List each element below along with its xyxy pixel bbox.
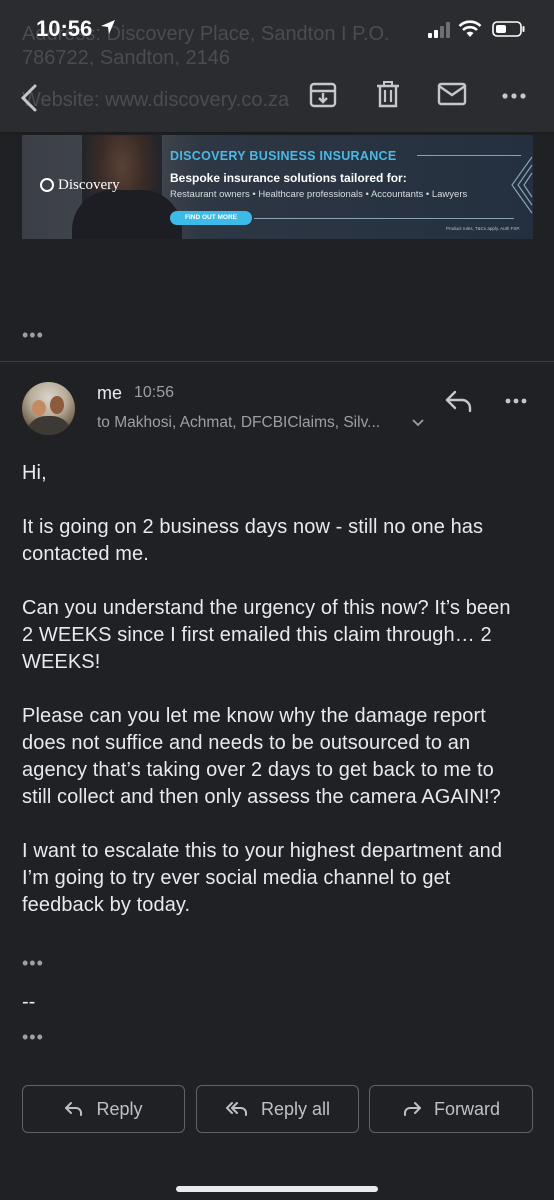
message-body: Hi, It is going on 2 business days now -… bbox=[22, 460, 522, 946]
signature-separator: -- bbox=[22, 991, 36, 1013]
email-toolbar: Website: www.discovery.co.za bbox=[0, 66, 554, 132]
reply-icon bbox=[65, 1102, 83, 1116]
wifi-icon bbox=[458, 20, 482, 37]
banner-title: DISCOVERY BUSINESS INSURANCE bbox=[170, 149, 397, 163]
banner-photo-figure bbox=[72, 190, 182, 239]
message-divider bbox=[0, 361, 554, 362]
mark-unread-mail-icon[interactable] bbox=[436, 80, 468, 108]
discovery-logo-icon bbox=[40, 178, 54, 192]
avatar[interactable] bbox=[22, 382, 75, 435]
trash-icon[interactable] bbox=[374, 80, 402, 110]
show-signature-icon[interactable]: ••• bbox=[22, 1028, 44, 1046]
more-options-icon[interactable] bbox=[500, 80, 528, 110]
forward-button[interactable]: Forward bbox=[369, 1085, 533, 1133]
avatar-shape bbox=[26, 416, 72, 435]
home-indicator[interactable] bbox=[176, 1186, 378, 1192]
chevron-down-icon[interactable] bbox=[411, 418, 425, 428]
reply-button[interactable]: Reply bbox=[22, 1085, 185, 1133]
reply-all-button[interactable]: Reply all bbox=[196, 1085, 359, 1133]
avatar-shape bbox=[32, 400, 46, 416]
sender-name: me bbox=[97, 383, 123, 403]
reply-all-icon bbox=[225, 1102, 247, 1116]
body-paragraph: I want to escalate this to your highest … bbox=[22, 840, 503, 916]
reply-icon[interactable] bbox=[444, 388, 474, 414]
avatar-shape bbox=[50, 396, 64, 414]
battery-icon bbox=[492, 21, 525, 37]
banner-fine-print: Product rules, T&Cs apply. Auth FSP. bbox=[446, 226, 521, 231]
body-paragraph: It is going on 2 business days now - sti… bbox=[22, 516, 484, 565]
forward-icon bbox=[403, 1102, 421, 1116]
cellular-signal-icon bbox=[428, 22, 450, 38]
banner-divider bbox=[417, 155, 521, 156]
banner-audience-list: Restaurant owners • Healthcare professio… bbox=[170, 189, 468, 200]
reply-button-label: Reply bbox=[96, 1098, 143, 1119]
show-trimmed-content-icon[interactable]: ••• bbox=[22, 326, 44, 344]
body-paragraph: Can you understand the urgency of this n… bbox=[22, 597, 511, 673]
banner-decor-icon bbox=[511, 156, 533, 214]
body-paragraph: Hi, bbox=[22, 462, 47, 484]
recipients-list[interactable]: to Makhosi, Achmat, DFCBIClaims, Silv... bbox=[97, 414, 380, 432]
body-paragraph: Please can you let me know why the damag… bbox=[22, 705, 501, 808]
message-time: 10:56 bbox=[134, 384, 175, 401]
promo-banner[interactable]: Discovery DISCOVERY BUSINESS INSURANCE B… bbox=[22, 135, 533, 239]
message-more-icon[interactable] bbox=[504, 397, 528, 405]
banner-cta-button[interactable]: FIND OUT MORE bbox=[170, 211, 252, 225]
reply-all-button-label: Reply all bbox=[260, 1098, 331, 1119]
forward-button-label: Forward bbox=[433, 1098, 500, 1119]
banner-logo: Discovery bbox=[40, 177, 120, 194]
banner-divider-2 bbox=[254, 218, 514, 219]
banner-subtitle: Bespoke insurance solutions tailored for… bbox=[170, 171, 407, 185]
status-time: 10:56 bbox=[36, 16, 93, 41]
archive-icon[interactable] bbox=[308, 80, 338, 110]
banner-brand: Discovery bbox=[58, 177, 120, 193]
show-quoted-text-icon[interactable]: ••• bbox=[22, 954, 44, 972]
back-icon[interactable] bbox=[16, 82, 44, 114]
location-arrow-icon bbox=[101, 20, 115, 34]
